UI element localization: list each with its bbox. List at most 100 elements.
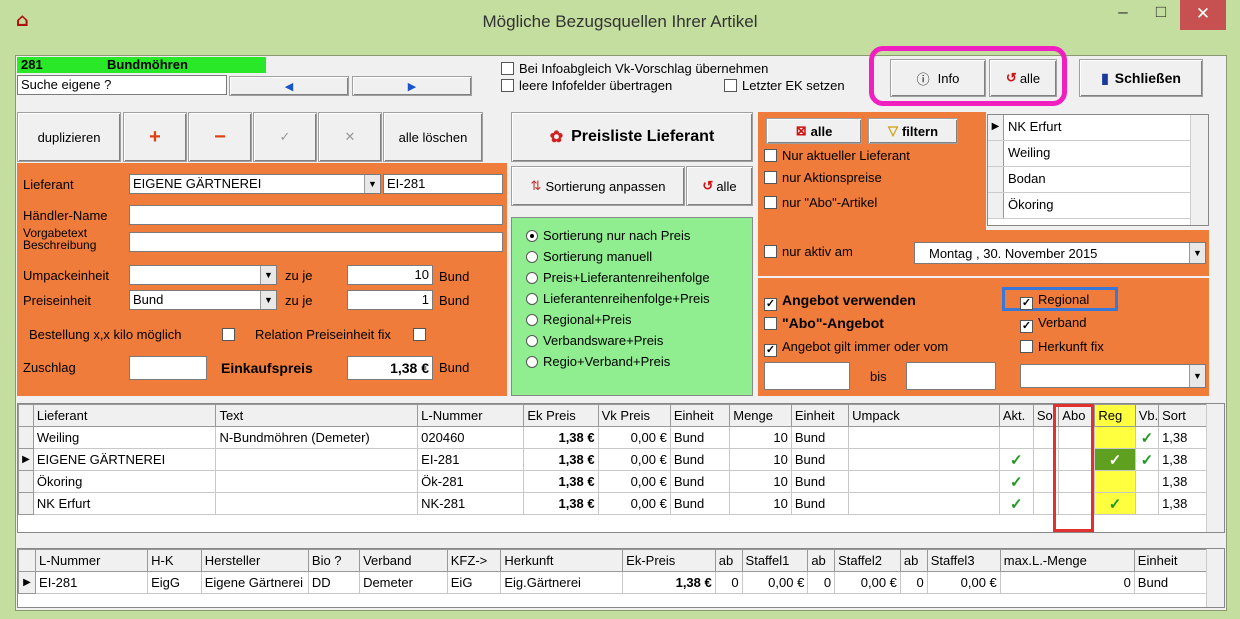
angebot-from-field[interactable] (764, 362, 850, 390)
column-header[interactable]: L-Nummer (417, 404, 525, 427)
main-table[interactable]: Lieferant Text L-Nummer Ek Preis Vk Preis Ein… (17, 403, 1225, 533)
sort-option[interactable]: Verbandsware+Preis (526, 333, 663, 348)
column-header[interactable]: ab (899, 549, 928, 572)
regional-option[interactable]: ✓ Regional (1020, 292, 1089, 310)
lieferant-list[interactable]: ▶ NK Erfurt Weiling Bodan Ökoring (987, 114, 1209, 226)
add-button[interactable]: + (123, 112, 187, 162)
leere-felder-option[interactable]: leere Infofelder übertragen (501, 78, 672, 93)
angebot-immer-checkbox[interactable]: ✓ (764, 344, 777, 357)
letzter-ek-checkbox[interactable] (724, 79, 737, 92)
confirm-button[interactable]: ✓ (253, 112, 317, 162)
verband-option[interactable]: ✓ Verband (1020, 315, 1086, 333)
aktion-option[interactable]: nur Aktionspreise (764, 170, 882, 185)
table-row[interactable]: ▶ EIGENE GÄRTNEREI EI-281 1,38 €0,00 € Bund 1… (18, 448, 1208, 471)
column-header[interactable]: Umpack (848, 404, 1000, 427)
umpack-qty-field[interactable]: 10 (347, 265, 433, 285)
lieferant-select[interactable]: EIGENE GÄRTNEREI ▼ (129, 174, 381, 194)
aktion-checkbox[interactable] (764, 171, 777, 184)
column-header[interactable]: Herkunft (500, 549, 624, 572)
verband-checkbox[interactable]: ✓ (1020, 320, 1033, 333)
herkunft-fix-checkbox[interactable] (1020, 340, 1033, 353)
herkunft-select[interactable]: ▼ (1020, 364, 1206, 388)
sort-option[interactable]: Sortierung manuell (526, 249, 652, 264)
column-header[interactable]: Verband (359, 549, 448, 572)
abo-filter-checkbox[interactable] (764, 196, 777, 209)
regional-checkbox[interactable]: ✓ (1020, 297, 1033, 310)
column-header[interactable]: Hersteller (200, 549, 309, 572)
column-header[interactable]: ab (714, 549, 743, 572)
filter-alle-button[interactable]: ⊠ alle (766, 118, 862, 144)
angebot-immer-option[interactable]: ✓ Angebot gilt immer oder vom (764, 339, 948, 357)
umpack-select[interactable]: ▼ (129, 265, 277, 285)
delete-button[interactable]: − (188, 112, 252, 162)
preisliste-button[interactable]: ✿ Preisliste Lieferant (511, 112, 753, 162)
aktueller-option[interactable]: Nur aktueller Lieferant (764, 149, 910, 162)
angebot-verwenden-checkbox[interactable]: ✓ (764, 298, 777, 311)
column-header[interactable]: L-Nummer (35, 549, 149, 572)
column-header[interactable]: H-K (147, 549, 202, 572)
next-button[interactable]: ▶ (352, 76, 472, 96)
prev-button[interactable]: ◀ (229, 76, 349, 96)
column-header[interactable]: Lieferant (32, 404, 217, 427)
table-row[interactable]: NK Erfurt NK-281 1,38 €0,00 € Bund 10 Bund ✓ ✓ 1… (18, 492, 1208, 515)
lieferant-code-field[interactable]: EI-281 (383, 174, 503, 194)
alle-refresh-button[interactable]: ↺ alle (989, 59, 1057, 97)
sortierung-anpassen-button[interactable]: ⇅ Sortierung anpassen (511, 166, 685, 206)
minimize-button[interactable]: – (1104, 2, 1142, 32)
bestellung-checkbox[interactable] (222, 328, 235, 341)
leere-felder-checkbox[interactable] (501, 79, 514, 92)
abo-angebot-checkbox[interactable] (764, 317, 777, 330)
column-header[interactable]: Menge (729, 404, 792, 427)
lieferant-list-scrollbar[interactable] (1190, 115, 1208, 225)
column-header[interactable]: Ek-Preis (622, 549, 716, 572)
column-header[interactable]: Ek Preis (523, 404, 599, 427)
alle-sort-button[interactable]: ↺ alle (686, 166, 753, 206)
letzter-ek-option[interactable]: Letzter EK setzen (724, 78, 845, 93)
herkunft-fix-option[interactable]: Herkunft fix (1020, 339, 1104, 354)
preiseinheit-select[interactable]: Bund ▼ (129, 290, 277, 310)
vk-vorschlag-option[interactable]: Bei Infoabgleich Vk-Vorschlag übernehmen (501, 61, 768, 76)
table-row[interactable]: Ökoring Ök-281 1,38 €0,00 € Bund 10 Bund ✓ 1,38 (18, 470, 1208, 493)
aktiv-am-checkbox[interactable] (764, 245, 777, 258)
info-button[interactable]: ⓘ Info (890, 59, 986, 97)
column-header[interactable]: KFZ-> (446, 549, 502, 572)
sort-option[interactable]: Regional+Preis (526, 312, 632, 327)
sort-radio[interactable] (526, 356, 538, 368)
column-header[interactable]: Reg (1094, 404, 1136, 427)
detail-table[interactable]: L-Nummer H-K Hersteller Bio ? Verband KFZ-> He… (17, 548, 1225, 608)
duplizieren-button[interactable]: duplizieren (17, 112, 121, 162)
table-row[interactable]: Weiling N-Bundmöhren (Demeter) 020460 1,38 … (18, 426, 1208, 449)
cancel-button[interactable]: ✕ (318, 112, 382, 162)
table-row[interactable]: ▶ EI-281 EigG Eigene Gärtnerei DD Demeter EiG E… (17, 571, 1209, 594)
column-header[interactable]: Staffel3 (926, 549, 1001, 572)
aktueller-checkbox[interactable] (764, 149, 777, 162)
abo-angebot-option[interactable]: "Abo"-Angebot (764, 315, 884, 331)
sort-option[interactable]: Sortierung nur nach Preis (526, 228, 690, 243)
maximize-button[interactable]: □ (1142, 2, 1180, 32)
abo-filter-option[interactable]: nur "Abo"-Artikel (764, 195, 877, 210)
schliessen-button[interactable]: ▮ Schließen (1079, 59, 1203, 97)
column-header[interactable]: max.L.-Menge (999, 549, 1135, 572)
column-header[interactable]: Bio ? (307, 549, 361, 572)
lieferant-list-item[interactable]: Weiling (988, 141, 1208, 167)
column-header[interactable]: Akt. (998, 404, 1034, 427)
date-picker[interactable]: Montag , 30. November 2015 ▼ (914, 242, 1206, 264)
filtern-button[interactable]: ▽ filtern (868, 118, 958, 144)
column-header[interactable]: Text (215, 404, 419, 427)
sort-radio[interactable] (526, 272, 538, 284)
title-bar[interactable]: ⌂ Mögliche Bezugsquellen Ihrer Artikel –… (0, 0, 1240, 52)
column-header[interactable]: Einheit (669, 404, 731, 427)
column-header[interactable]: Einheit (790, 404, 850, 427)
main-table-scrollbar[interactable] (1206, 404, 1224, 532)
vk-vorschlag-checkbox[interactable] (501, 62, 514, 75)
column-header[interactable]: Vb. (1134, 404, 1160, 427)
column-header[interactable]: Staffel2 (834, 549, 901, 572)
search-input[interactable]: Suche eigene ? (17, 75, 227, 95)
close-button[interactable]: ✕ (1180, 0, 1226, 30)
sort-radio[interactable] (526, 335, 538, 347)
preis-qty-field[interactable]: 1 (347, 290, 433, 310)
sort-option[interactable]: Preis+Lieferantenreihenfolge (526, 270, 710, 285)
column-header[interactable]: Sort (1158, 404, 1208, 427)
lieferant-list-item[interactable]: ▶ NK Erfurt (988, 115, 1208, 141)
relation-checkbox[interactable] (413, 328, 426, 341)
